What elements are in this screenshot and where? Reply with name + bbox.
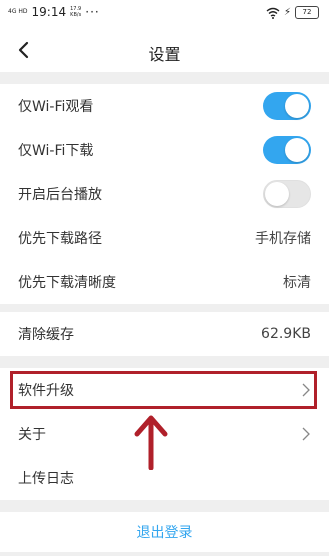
setting-label: 优先下载清晰度 bbox=[18, 275, 116, 291]
network-speed: 17.9 KB/s bbox=[70, 6, 81, 18]
status-left: 4G HD 19:14 17.9 KB/s ··· bbox=[8, 5, 100, 19]
setting-label: 优先下载路径 bbox=[18, 231, 102, 247]
setting-row-background-play: 开启后台播放 bbox=[0, 172, 329, 216]
wifi-watch-toggle[interactable] bbox=[263, 92, 311, 120]
setting-label: 仅Wi-Fi观看 bbox=[18, 99, 94, 115]
setting-row-wifi-watch: 仅Wi-Fi观看 bbox=[0, 84, 329, 128]
wifi-download-toggle[interactable] bbox=[263, 136, 311, 164]
background-play-toggle[interactable] bbox=[263, 180, 311, 208]
toggle-knob bbox=[265, 182, 289, 206]
more-notifications-icon: ··· bbox=[85, 5, 100, 19]
setting-row-download-quality[interactable]: 优先下载清晰度 标清 bbox=[0, 260, 329, 304]
network-speed-unit: KB/s bbox=[70, 12, 82, 18]
chevron-right-icon bbox=[302, 427, 310, 441]
logout-button[interactable]: 退出登录 bbox=[0, 512, 329, 552]
logout-group: 退出登录 bbox=[0, 512, 329, 552]
cache-size-value: 62.9KB bbox=[261, 326, 311, 342]
nav-bar: 设置 bbox=[0, 30, 329, 72]
highlight-box bbox=[10, 371, 317, 409]
setting-row-download-path[interactable]: 优先下载路径 手机存储 bbox=[0, 216, 329, 260]
page-title: 设置 bbox=[148, 45, 181, 64]
signal-indicator: 4G HD bbox=[8, 8, 28, 15]
toggle-knob bbox=[285, 138, 309, 162]
setting-row-wifi-download: 仅Wi-Fi下载 bbox=[0, 128, 329, 172]
setting-row-clear-cache[interactable]: 清除缓存 62.9KB bbox=[0, 312, 329, 356]
toggle-knob bbox=[285, 94, 309, 118]
setting-label: 开启后台播放 bbox=[18, 187, 102, 203]
battery-icon: 72 bbox=[295, 6, 319, 19]
download-path-value: 手机存储 bbox=[255, 231, 311, 247]
setting-label: 上传日志 bbox=[18, 471, 74, 487]
playback-settings-group: 仅Wi-Fi观看 仅Wi-Fi下载 开启后台播放 优先下载路径 手机存储 优先下… bbox=[0, 84, 329, 304]
wifi-icon bbox=[266, 7, 280, 19]
setting-label: 仅Wi-Fi下载 bbox=[18, 143, 94, 159]
download-quality-value: 标清 bbox=[283, 275, 311, 291]
cache-group: 清除缓存 62.9KB bbox=[0, 312, 329, 356]
annotation-arrow-icon bbox=[134, 415, 168, 470]
setting-label: 清除缓存 bbox=[18, 327, 74, 343]
charging-icon: ⚡ bbox=[283, 7, 291, 18]
clock: 19:14 bbox=[31, 5, 67, 19]
status-bar: 4G HD 19:14 17.9 KB/s ··· ⚡ 72 bbox=[0, 0, 329, 30]
status-right: ⚡ 72 bbox=[266, 6, 319, 19]
